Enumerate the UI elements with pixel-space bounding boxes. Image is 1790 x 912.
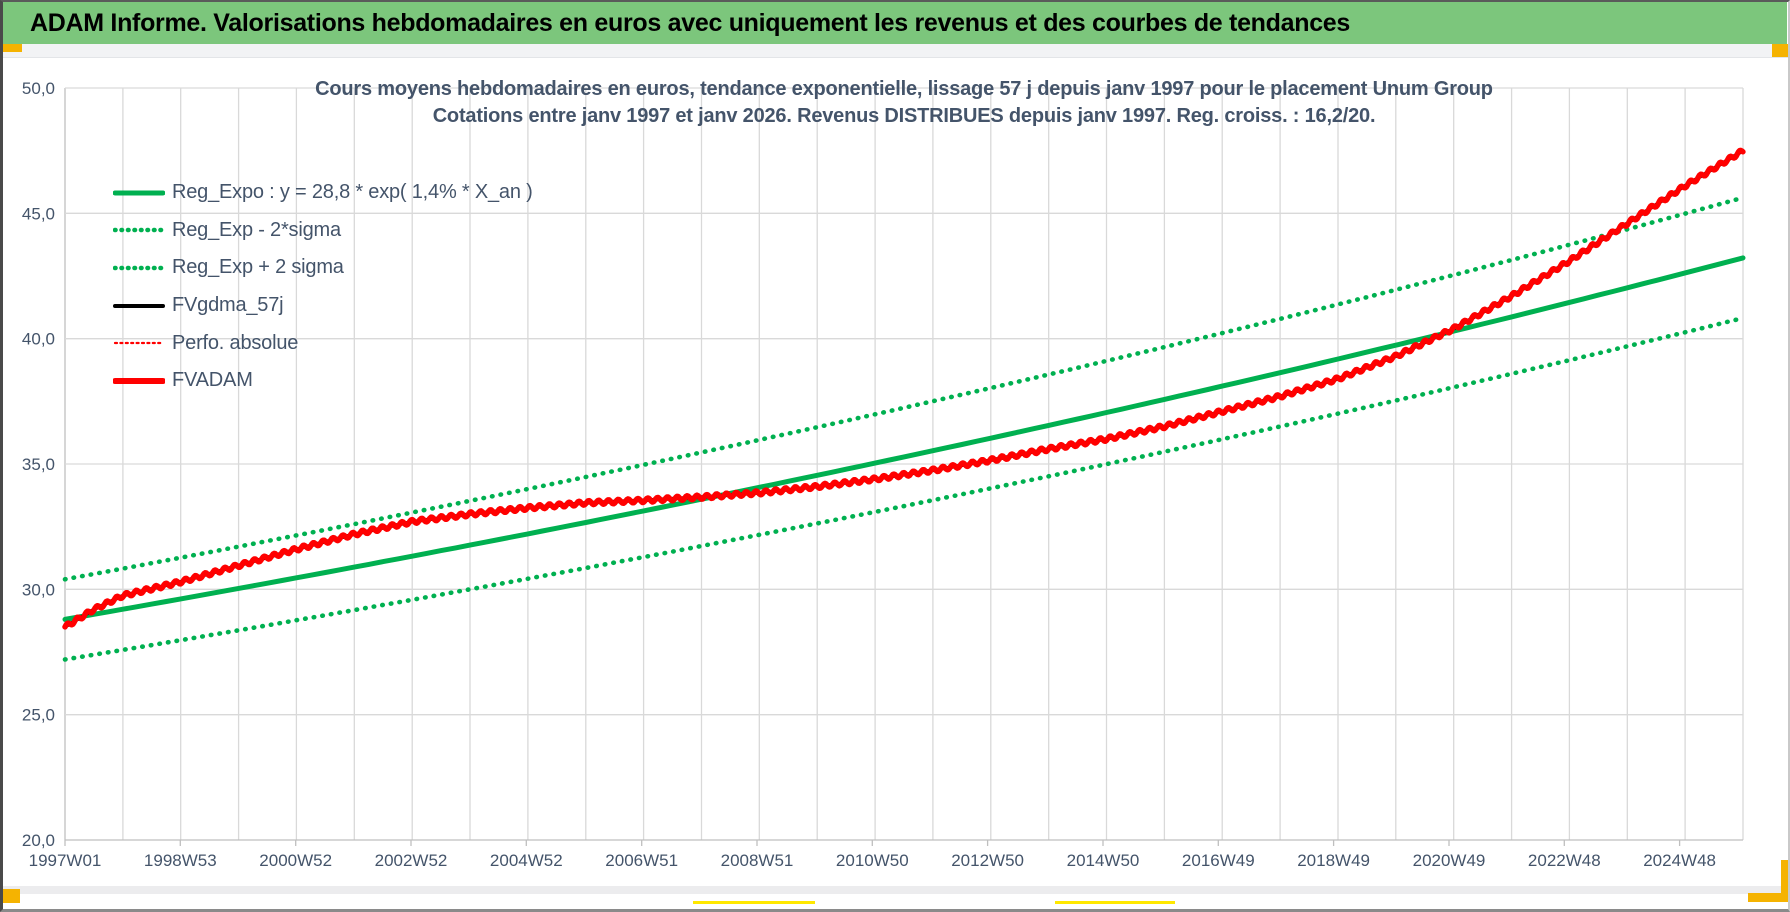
svg-text:Cotations entre janv 1997 et j: Cotations entre janv 1997 et janv 2026. …	[433, 105, 1376, 127]
chart-legend: Reg_Expo : y = 28,8 * exp( 1,4% * X_an )…	[113, 174, 533, 400]
svg-text:1997W01: 1997W01	[29, 851, 102, 870]
legend-line-sample	[113, 303, 165, 308]
legend-line-sample	[113, 265, 165, 271]
stock-chart[interactable]: 1997W01 1998W53 2000W52 2002W52 2004W52 2006W…	[3, 2, 1788, 909]
svg-text:2018W49: 2018W49	[1297, 851, 1370, 870]
selection-handle-bottom-right-foot[interactable]	[1748, 893, 1788, 902]
highlighted-cell-border-left	[693, 901, 815, 904]
legend-label: FVgdma_57j	[172, 294, 284, 317]
legend-item: Reg_Exp - 2*sigma	[113, 212, 533, 250]
legend-label: FVADAM	[172, 369, 253, 392]
legend-item: Reg_Exp + 2 sigma	[113, 249, 533, 287]
svg-text:2016W49: 2016W49	[1182, 851, 1255, 870]
svg-text:Cours moyens hebdomadaires en: Cours moyens hebdomadaires en euros, ten…	[315, 78, 1493, 100]
svg-text:2014W50: 2014W50	[1067, 851, 1140, 870]
sheet-row-divider	[3, 886, 1788, 894]
legend-line-sample	[113, 190, 165, 196]
chart-title: Cours moyens hebdomadaires en euros, ten…	[315, 78, 1493, 127]
highlighted-cell-border-right	[1055, 901, 1175, 904]
chart-canvas: 1997W01 1998W53 2000W52 2002W52 2004W52 2006W…	[22, 78, 1746, 870]
svg-text:2022W48: 2022W48	[1528, 851, 1601, 870]
svg-text:35,0: 35,0	[22, 455, 55, 474]
svg-text:45,0: 45,0	[22, 204, 55, 223]
legend-item: FVgdma_57j	[113, 287, 533, 325]
svg-text:30,0: 30,0	[22, 580, 55, 599]
x-axis-labels: 1997W01 1998W53 2000W52 2002W52 2004W52 2006W…	[29, 840, 1716, 870]
legend-item: FVADAM	[113, 362, 533, 400]
legend-label: Reg_Exp - 2*sigma	[172, 218, 341, 241]
svg-text:20,0: 20,0	[22, 831, 55, 850]
legend-label: Perfo. absolue	[172, 331, 299, 354]
selection-handle-top-left[interactable]	[3, 44, 22, 52]
svg-text:2020W49: 2020W49	[1413, 851, 1486, 870]
svg-text:2012W50: 2012W50	[951, 851, 1024, 870]
svg-text:50,0: 50,0	[22, 79, 55, 98]
legend-item: Perfo. absolue	[113, 324, 533, 362]
legend-label: Reg_Exp + 2 sigma	[172, 256, 344, 279]
svg-text:25,0: 25,0	[22, 706, 55, 725]
svg-text:2006W51: 2006W51	[605, 851, 678, 870]
spreadsheet-view: ADAM Informe. Valorisations hebdomadaire…	[0, 0, 1790, 912]
legend-item: Reg_Expo : y = 28,8 * exp( 1,4% * X_an )	[113, 174, 533, 212]
svg-text:2008W51: 2008W51	[721, 851, 794, 870]
legend-line-sample	[113, 377, 165, 384]
svg-text:2004W52: 2004W52	[490, 851, 563, 870]
svg-text:2010W50: 2010W50	[836, 851, 909, 870]
svg-text:2024W48: 2024W48	[1643, 851, 1716, 870]
svg-text:2002W52: 2002W52	[375, 851, 448, 870]
svg-text:1998W53: 1998W53	[144, 851, 217, 870]
selection-handle-bottom-left[interactable]	[3, 889, 20, 903]
y-axis-labels: 20,0 25,0 30,0 35,0 40,0 45,0 50,0	[22, 79, 55, 850]
legend-line-sample	[113, 342, 165, 345]
legend-label: Reg_Expo : y = 28,8 * exp( 1,4% * X_an )	[172, 181, 533, 204]
svg-text:40,0: 40,0	[22, 330, 55, 349]
legend-line-sample	[113, 228, 165, 233]
svg-text:2000W52: 2000W52	[259, 851, 332, 870]
selection-handle-top-right[interactable]	[1772, 44, 1788, 57]
